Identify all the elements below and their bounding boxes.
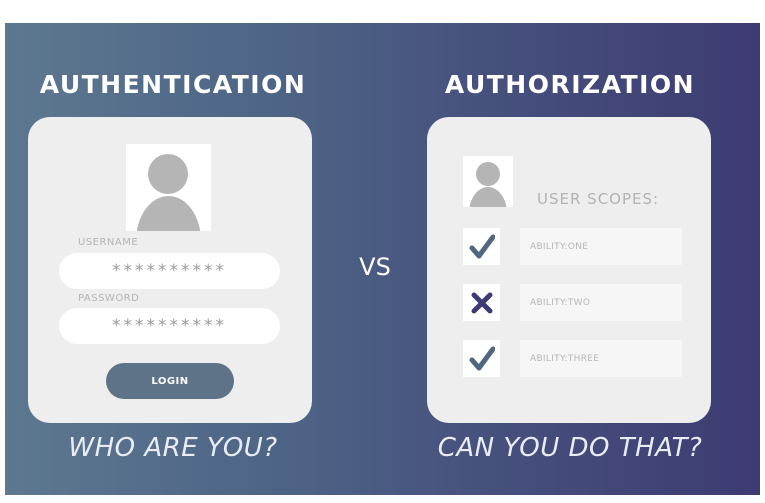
authentication-heading: AUTHENTICATION	[39, 70, 307, 99]
password-field[interactable]: **********	[59, 308, 280, 344]
check-icon	[463, 340, 500, 377]
scope-ability-three: ABILITY:THREE	[520, 340, 682, 377]
authorization-tagline: CAN YOU DO THAT?	[437, 433, 703, 463]
password-label: PASSWORD	[78, 293, 140, 304]
user-avatar-icon	[126, 144, 211, 231]
user-scopes-title: USER SCOPES:	[537, 190, 660, 208]
authentication-tagline: WHO ARE YOU?	[68, 433, 278, 463]
scope-ability-two: ABILITY:TWO	[520, 284, 682, 321]
scopes-card: USER SCOPES: ABILITY:ONE ABILITY:TWO ABI…	[427, 117, 711, 423]
username-field[interactable]: **********	[59, 253, 280, 289]
user-avatar-icon	[463, 156, 513, 207]
login-card: USERNAME ********** PASSWORD ********** …	[28, 117, 312, 423]
login-button[interactable]: LOGIN	[106, 363, 234, 399]
check-icon	[463, 228, 500, 265]
cross-icon	[463, 284, 500, 321]
scope-ability-one: ABILITY:ONE	[520, 228, 682, 265]
background-panel: AUTHENTICATION USERNAME ********** PASSW…	[5, 23, 760, 495]
authorization-heading: AUTHORIZATION	[444, 70, 696, 99]
vs-label: VS	[359, 253, 391, 281]
username-label: USERNAME	[78, 237, 139, 248]
